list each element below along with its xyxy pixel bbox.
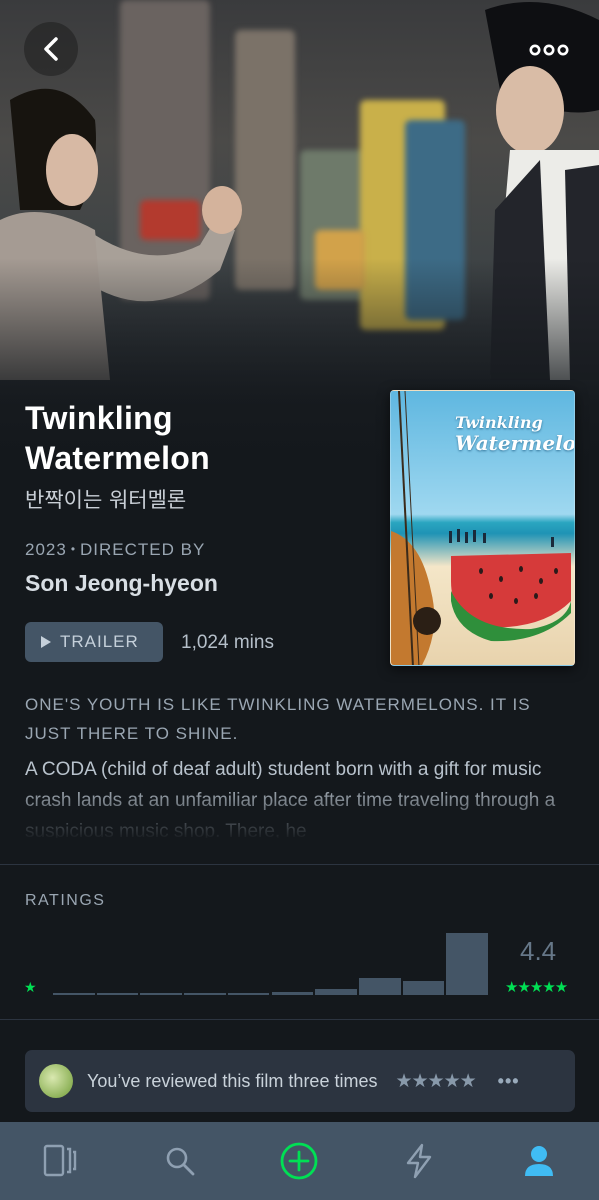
poster-title: Twinkling Watermelon xyxy=(455,413,575,455)
chevron-left-icon xyxy=(44,37,58,61)
histogram-bar[interactable] xyxy=(184,993,226,995)
release-year[interactable]: 2023 xyxy=(25,540,67,559)
original-title: 반짝이는 워터멜론 xyxy=(25,488,187,512)
histogram-bar[interactable] xyxy=(271,991,314,995)
review-status-text: You’ve reviewed this film three times xyxy=(87,1070,378,1091)
add-icon xyxy=(281,1142,318,1180)
tab-bar xyxy=(0,1122,599,1200)
poster-title-line2: Watermelon xyxy=(455,431,575,455)
tab-profile[interactable] xyxy=(479,1122,599,1200)
films-icon xyxy=(43,1144,77,1177)
activity-icon xyxy=(407,1143,432,1179)
ratings-label: RATINGS xyxy=(25,892,106,909)
synopsis-fade xyxy=(0,780,599,840)
trailer-button[interactable]: TRAILER xyxy=(25,622,163,662)
histogram-bar[interactable] xyxy=(227,993,270,995)
trailer-label: TRAILER xyxy=(60,632,139,651)
min-rating-star: ★ xyxy=(24,979,37,995)
film-title: Twinkling Watermelon xyxy=(25,400,210,476)
review-more-button[interactable]: ••• xyxy=(498,1071,520,1092)
tagline: ONE'S YOUTH IS LIKE TWINKLING WATERMELON… xyxy=(25,695,531,743)
more-horizontal-icon xyxy=(529,44,569,56)
histogram-bar[interactable] xyxy=(53,993,95,995)
your-review-summary[interactable]: You’ve reviewed this film three times ★★… xyxy=(25,1050,575,1112)
director-name[interactable]: Son Jeong-hyeon xyxy=(25,570,218,597)
histogram-bar[interactable] xyxy=(358,977,401,995)
tab-search[interactable] xyxy=(120,1122,240,1200)
histogram-bar[interactable] xyxy=(315,989,357,995)
histogram-bar[interactable] xyxy=(446,933,488,995)
tab-activity[interactable] xyxy=(359,1122,479,1200)
divider xyxy=(0,1019,599,1020)
tab-films[interactable] xyxy=(0,1122,120,1200)
back-button[interactable] xyxy=(24,22,78,76)
max-rating-stars: ★★★★★ xyxy=(505,979,568,996)
directed-by-label: DIRECTED BY xyxy=(80,540,206,559)
profile-icon xyxy=(525,1146,554,1176)
divider xyxy=(0,864,599,865)
tab-add[interactable] xyxy=(240,1122,360,1200)
play-icon xyxy=(41,636,51,648)
histogram-bar[interactable] xyxy=(402,981,445,995)
film-poster[interactable]: Twinkling Watermelon xyxy=(390,390,575,666)
search-icon xyxy=(166,1147,195,1176)
runtime: 1,024 mins xyxy=(181,632,274,653)
poster-title-line1: Twinkling xyxy=(455,413,543,432)
more-options-button[interactable] xyxy=(521,30,577,70)
histogram-bar[interactable] xyxy=(96,993,139,995)
histogram-bar[interactable] xyxy=(140,993,183,995)
average-rating: 4.4 xyxy=(520,936,557,966)
film-meta: 2023 • DIRECTED BY xyxy=(25,540,206,559)
avatar xyxy=(39,1064,73,1098)
review-rating-stars: ★★★★★ xyxy=(395,1070,476,1092)
